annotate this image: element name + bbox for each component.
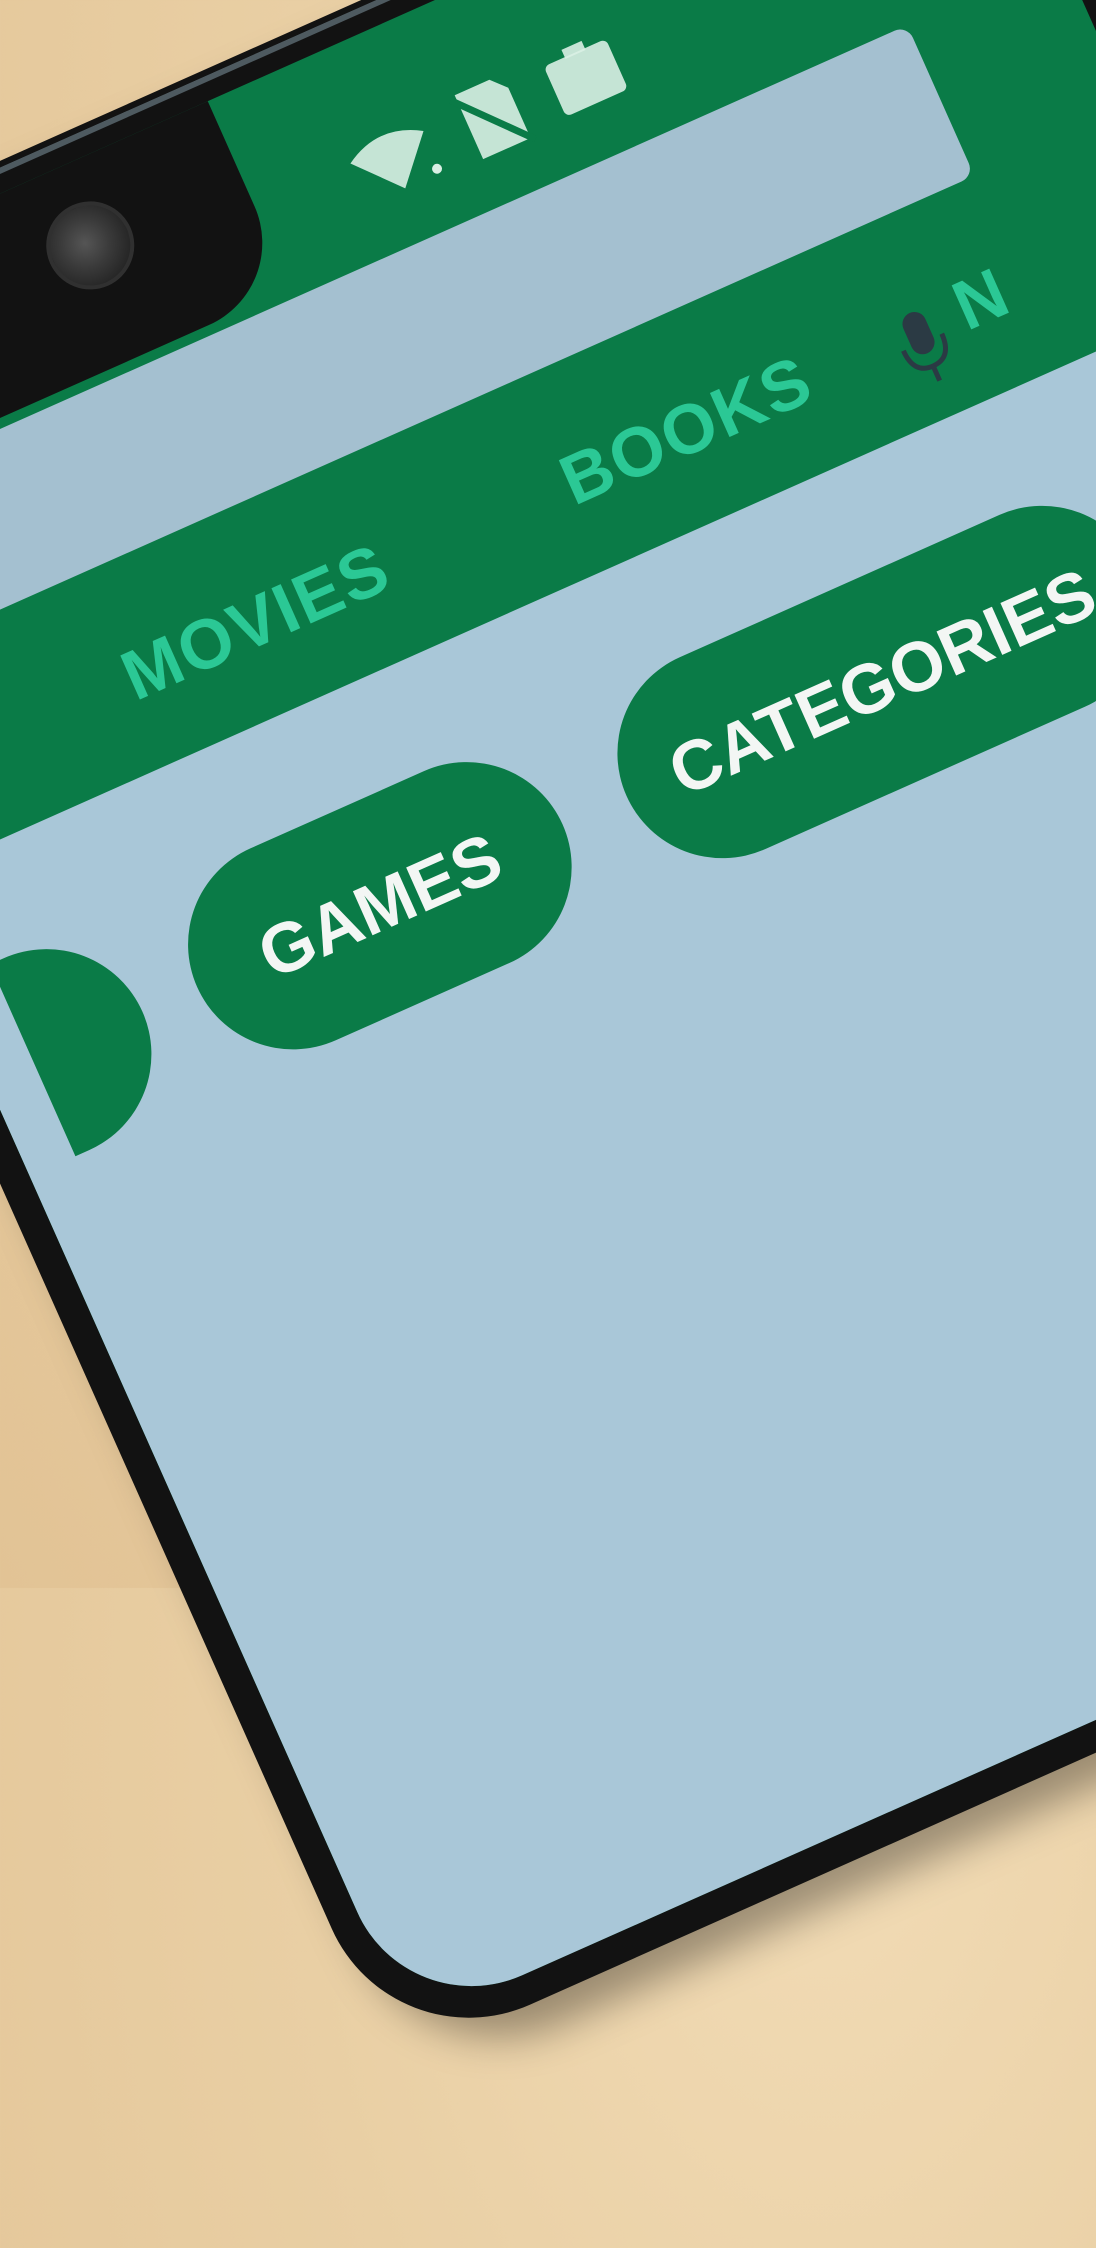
- front-camera-icon: [32, 187, 149, 304]
- chip-partial[interactable]: [0, 915, 186, 1157]
- tab-music-partial[interactable]: N: [941, 251, 1022, 345]
- phone: S MOVIES BOOKS N GAMES CATEGORIES: [0, 0, 1096, 2248]
- battery-icon: [535, 27, 637, 123]
- chip-categories[interactable]: CATEGORIES: [583, 472, 1096, 892]
- phone-frame: S MOVIES BOOKS N GAMES CATEGORIES: [0, 0, 1096, 2066]
- tab-apps-partial[interactable]: S: [0, 704, 4, 797]
- no-sim-icon: [443, 66, 539, 168]
- wifi-icon: [338, 111, 449, 212]
- phone-screen: S MOVIES BOOKS N GAMES CATEGORIES: [0, 0, 1096, 2027]
- chip-games[interactable]: GAMES: [154, 728, 606, 1083]
- content-area: GAMES CATEGORIES: [0, 298, 1096, 2027]
